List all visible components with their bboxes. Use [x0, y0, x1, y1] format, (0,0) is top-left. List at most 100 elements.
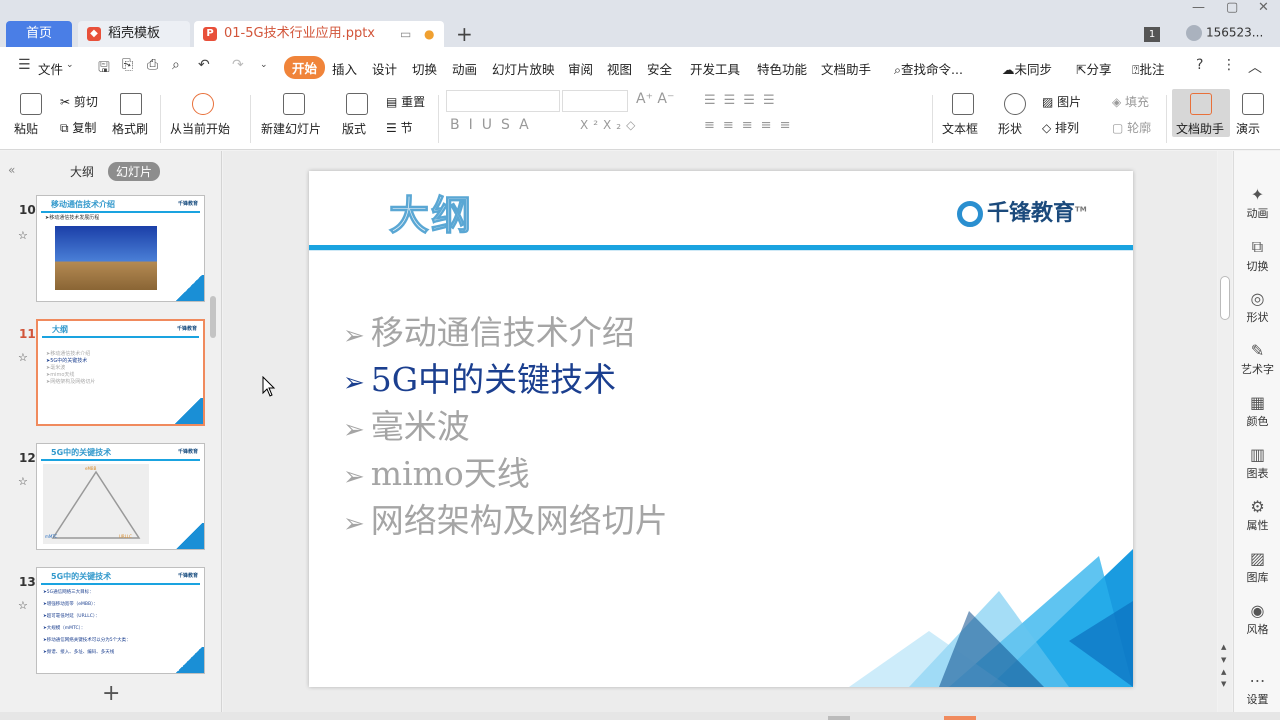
list-icons[interactable]: ☰☰☰☰	[704, 93, 783, 108]
scroll-up-icon[interactable]: ▲	[1221, 643, 1226, 651]
grow-font-icon[interactable]: A⁺ A⁻	[636, 91, 674, 107]
share-button[interactable]: ⇱分享	[1076, 59, 1112, 78]
menu-review[interactable]: 审阅	[568, 59, 593, 78]
format-painter-button[interactable]: 格式刷	[112, 120, 148, 137]
sync-button[interactable]: ☁未同步	[1002, 59, 1052, 78]
present-icon[interactable]	[1242, 93, 1264, 115]
menu-features[interactable]: 特色功能	[757, 59, 807, 78]
menu-slideshow[interactable]: 幻灯片放映	[492, 59, 555, 78]
slide-canvas[interactable]: 大纲 千锋教育TM ➢ 移动通信技术介绍 ➢ 5G中的关键技术 ➢ 毫米波 ➢ mimo…	[309, 171, 1133, 687]
pane-style[interactable]: ◉ 风格	[1234, 601, 1280, 637]
tab-outline[interactable]: 大纲	[70, 163, 94, 180]
menu-insert[interactable]: 插入	[332, 59, 357, 78]
menu-file[interactable]: 文件	[38, 59, 63, 78]
undo-icon[interactable]: ↶	[198, 57, 210, 73]
save-icon[interactable]: 🖫	[98, 57, 110, 81]
paste-icon[interactable]	[20, 93, 42, 115]
arrange-button[interactable]: ◇ 排列	[1042, 119, 1079, 136]
text-style-icons[interactable]: BIUSA	[450, 117, 538, 133]
canvas-scrollbar-thumb[interactable]	[1220, 276, 1230, 320]
more-chevron-icon[interactable]: ⌄	[260, 60, 268, 70]
slide-thumbnail-10[interactable]: 移动通信技术介绍 千锋教育 ➤移动通信技术发展历程	[36, 195, 205, 302]
pane-gallery[interactable]: ▨ 图库	[1234, 549, 1280, 585]
pane-wordart[interactable]: ✎ 艺术字	[1234, 341, 1280, 377]
user-account[interactable]: 156523...	[1186, 25, 1263, 41]
page-down-icon[interactable]: ▼	[1221, 680, 1226, 688]
slide-thumbnail-12[interactable]: 5G中的关键技术 千锋教育 eMBB mMTC URLLC	[36, 443, 205, 550]
align-icons[interactable]: ≡≡≡≡≡	[704, 118, 798, 133]
status-play-button[interactable]	[944, 716, 976, 720]
print-preview-icon[interactable]: ⌕	[172, 57, 180, 73]
pane-shape[interactable]: ◎ 形状	[1234, 289, 1280, 325]
help-icon[interactable]: ?	[1196, 57, 1203, 73]
menu-design[interactable]: 设计	[372, 59, 397, 78]
copy-button[interactable]: ⧉ 复制	[60, 119, 96, 136]
menu-transition[interactable]: 切换	[412, 59, 437, 78]
export-pdf-icon[interactable]: ⎘	[122, 57, 133, 73]
maximize-icon[interactable]: ▢	[1226, 0, 1238, 15]
more-vertical-icon[interactable]: ⋮	[1222, 57, 1236, 73]
tab-document[interactable]: P 01-5G技术行业应用.pptx ▭ ●	[194, 21, 444, 47]
chevron-down-icon[interactable]: ⌄	[66, 60, 74, 70]
pane-properties[interactable]: ⚙ 属性	[1234, 497, 1280, 533]
bullet-list[interactable]: ➢ 移动通信技术介绍 ➢ 5G中的关键技术 ➢ 毫米波 ➢ mimo天线 ➢ 网络架构及网…	[343, 311, 668, 546]
slide-panel-scrollbar[interactable]	[210, 296, 216, 338]
print-icon[interactable]: ⎙	[147, 57, 158, 73]
new-slide-icon[interactable]	[283, 93, 305, 115]
collapse-ribbon-icon[interactable]: ︿	[1248, 57, 1262, 77]
from-current-button[interactable]: 从当前开始	[170, 120, 230, 137]
slide-thumbnail-11[interactable]: 大纲 千锋教育 ➤移动通信技术介绍 ➤5G中的关键技术 ➤毫米波 ➤mimo天线…	[36, 319, 205, 426]
close-icon[interactable]: ✕	[1258, 0, 1269, 15]
present-button[interactable]: 演示	[1236, 120, 1260, 137]
layout-icon[interactable]	[346, 93, 368, 115]
menu-doc-assistant[interactable]: 文档助手	[821, 59, 871, 78]
play-icon[interactable]	[192, 93, 214, 115]
hamburger-icon[interactable]: ☰	[18, 57, 31, 73]
font-name-combo[interactable]	[446, 90, 560, 112]
script-icons[interactable]: X²X₂◇	[580, 118, 640, 132]
minimize-icon[interactable]: —	[1192, 0, 1205, 15]
cut-button[interactable]: ✂ 剪切	[60, 93, 98, 110]
pane-settings[interactable]: ⋯ 设置	[1234, 671, 1280, 707]
tab-home[interactable]: 首页	[6, 21, 72, 47]
pane-color[interactable]: ▦ 颜色	[1234, 393, 1280, 429]
menu-developer[interactable]: 开发工具	[690, 59, 740, 78]
menu-view[interactable]: 视图	[607, 59, 632, 78]
layout-button[interactable]: 版式	[342, 120, 366, 137]
fill-button[interactable]: ◈ 填充	[1112, 93, 1149, 110]
collapse-panel-icon[interactable]: «	[8, 163, 15, 177]
doc-assistant-button[interactable]: 文档助手	[1172, 89, 1230, 137]
pane-transition[interactable]: ⧉ 切换	[1234, 237, 1280, 274]
font-size-combo[interactable]	[562, 90, 628, 112]
slide-thumbnail-13[interactable]: 5G中的关键技术 千锋教育 ➤5G通信网络三大目标： ➤增强移动宽带（eMBB）…	[36, 567, 205, 674]
page-up-icon[interactable]: ▲	[1221, 668, 1226, 676]
menu-security[interactable]: 安全	[647, 59, 672, 78]
scroll-down-icon[interactable]: ▼	[1221, 656, 1226, 664]
command-search[interactable]: ⌕查找命令...	[894, 59, 963, 78]
new-tab-button[interactable]: +	[456, 22, 473, 46]
format-painter-icon[interactable]	[120, 93, 142, 115]
tab-slides[interactable]: 幻灯片	[108, 162, 161, 181]
textbox-button[interactable]: 文本框	[942, 120, 978, 137]
picture-button[interactable]: ▨ 图片	[1042, 93, 1081, 110]
slide-title[interactable]: 大纲	[388, 183, 473, 241]
tab-template[interactable]: ◆ 稻壳模板	[78, 21, 190, 47]
reset-button[interactable]: ▤ 重置	[386, 93, 425, 110]
paste-button[interactable]: 粘贴	[14, 120, 38, 137]
pane-animation[interactable]: ✦ 动画	[1234, 185, 1280, 221]
new-slide-button[interactable]: 新建幻灯片	[261, 120, 321, 137]
outline-button[interactable]: ▢ 轮廓	[1112, 119, 1151, 136]
comment-button[interactable]: ⍰批注	[1132, 59, 1165, 78]
shape-button[interactable]: 形状	[998, 120, 1022, 137]
redo-icon[interactable]: ↷	[232, 57, 244, 73]
tab-restore-icon[interactable]: ▭	[400, 21, 411, 47]
status-button[interactable]	[828, 716, 850, 720]
menu-animation[interactable]: 动画	[452, 59, 477, 78]
canvas-scrollbar-track[interactable]	[1218, 151, 1232, 720]
pane-chart[interactable]: ▥ 图表	[1234, 445, 1280, 481]
textbox-icon[interactable]	[952, 93, 974, 115]
add-slide-button[interactable]: +	[102, 681, 120, 706]
menu-start[interactable]: 开始	[284, 56, 326, 79]
window-count-badge[interactable]: 1	[1144, 27, 1160, 42]
shape-icon[interactable]	[1004, 93, 1026, 115]
